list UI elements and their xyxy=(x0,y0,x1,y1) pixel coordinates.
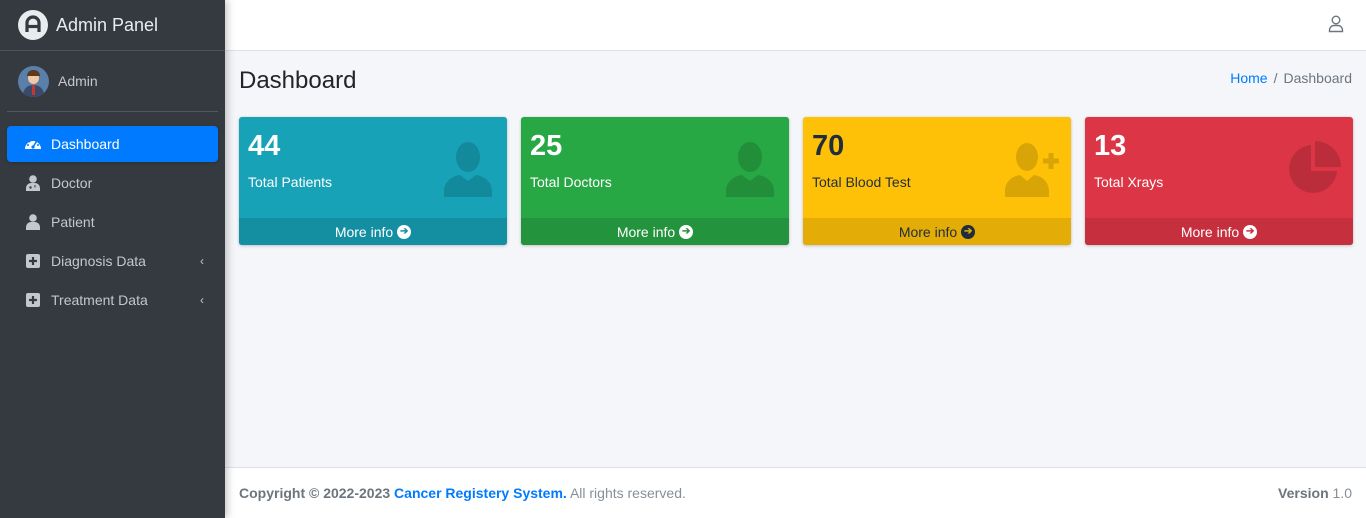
main-footer: Copyright © 2022-2023 Cancer Registery S… xyxy=(225,467,1366,518)
sidebar-item-doctor[interactable]: Doctor xyxy=(7,165,218,201)
arrow-circle-right-icon: ➔ xyxy=(961,224,976,239)
user-doctor-icon xyxy=(24,174,42,192)
version-number: 1.0 xyxy=(1332,485,1352,501)
sidebar-item-dashboard[interactable]: Dashboard xyxy=(7,126,218,162)
brand-title: Admin Panel xyxy=(56,14,159,35)
breadcrumb-home-link[interactable]: Home xyxy=(1230,70,1267,86)
breadcrumb-separator: / xyxy=(1273,70,1278,86)
user-icon xyxy=(439,139,497,197)
avatar xyxy=(18,65,49,97)
page-title: Dashboard xyxy=(239,67,357,94)
breadcrumb-current: Dashboard xyxy=(1283,70,1353,86)
arrow-circle-right-icon: ➔ xyxy=(679,224,694,239)
sidebar-item-label: Dashboard xyxy=(51,136,120,152)
tachometer-icon xyxy=(24,135,42,153)
user-menu-icon[interactable] xyxy=(1328,15,1346,33)
arrow-circle-right-icon: ➔ xyxy=(397,224,412,239)
plus-square-icon xyxy=(24,291,42,309)
more-info-label: More info xyxy=(898,223,958,240)
brand-logo-icon xyxy=(18,10,48,40)
pie-chart-icon xyxy=(1285,139,1343,197)
more-info-label: More info xyxy=(1180,223,1240,240)
footer-org-link[interactable]: Cancer Registery System. xyxy=(394,485,567,501)
more-info-link[interactable]: More info ➔ xyxy=(803,218,1071,245)
stat-boxes: 44 Total Patients More info ➔ 25 Total D… xyxy=(239,117,1353,245)
sidebar-item-treatment-data[interactable]: Treatment Data ‹ xyxy=(7,282,218,318)
content-wrapper: Dashboard Home / Dashboard 44 Total Patien… xyxy=(225,51,1366,467)
main-sidebar: Admin Panel Admin Dashboard Doctor Patie… xyxy=(0,0,225,518)
version-info: Version 1.0 xyxy=(1278,485,1352,501)
stat-box-blood-test: 70 Total Blood Test More info ➔ xyxy=(803,117,1071,245)
arrow-circle-right-icon: ➔ xyxy=(1243,224,1258,239)
sidebar-item-label: Treatment Data xyxy=(51,292,148,308)
user-icon xyxy=(24,213,42,231)
copyright-text: Copyright © 2022-2023 xyxy=(239,485,391,501)
more-info-label: More info xyxy=(334,223,394,240)
top-navbar xyxy=(225,0,1366,51)
plus-square-icon xyxy=(24,252,42,270)
stat-box-xrays: 13 Total Xrays More info ➔ xyxy=(1085,117,1353,245)
more-info-link[interactable]: More info ➔ xyxy=(239,218,507,245)
more-info-link[interactable]: More info ➔ xyxy=(521,218,789,245)
version-label: Version xyxy=(1278,485,1329,501)
rights-text: All rights reserved. xyxy=(569,485,686,501)
sidebar-item-label: Diagnosis Data xyxy=(51,253,146,269)
brand-link[interactable]: Admin Panel xyxy=(0,0,225,51)
breadcrumb: Home / Dashboard xyxy=(1230,70,1352,86)
stat-box-patients: 44 Total Patients More info ➔ xyxy=(239,117,507,245)
user-panel[interactable]: Admin xyxy=(7,51,218,112)
user-name[interactable]: Admin xyxy=(58,73,98,89)
sidebar-item-label: Doctor xyxy=(51,175,93,191)
stat-box-doctors: 25 Total Doctors More info ➔ xyxy=(521,117,789,245)
angle-left-icon: ‹ xyxy=(200,293,204,307)
more-info-link[interactable]: More info ➔ xyxy=(1085,218,1353,245)
copyright: Copyright © 2022-2023 Cancer Registery S… xyxy=(239,485,686,501)
more-info-label: More info xyxy=(616,223,676,240)
user-icon xyxy=(721,139,779,197)
sidebar-nav: Dashboard Doctor Patient Diagnosis Data … xyxy=(0,112,225,318)
user-plus-icon xyxy=(1003,139,1061,197)
sidebar-item-patient[interactable]: Patient xyxy=(7,204,218,240)
angle-left-icon: ‹ xyxy=(200,254,204,268)
sidebar-item-label: Patient xyxy=(51,214,95,230)
sidebar-item-diagnosis-data[interactable]: Diagnosis Data ‹ xyxy=(7,243,218,279)
